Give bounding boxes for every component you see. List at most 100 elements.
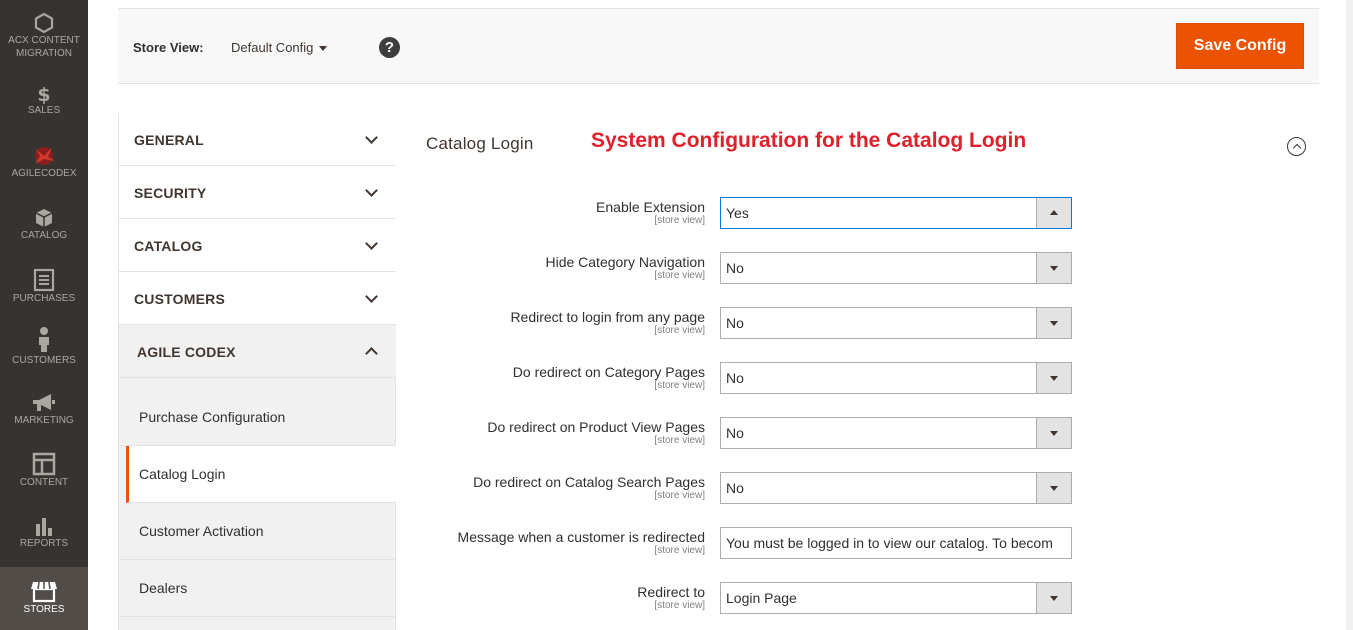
field-label-text: Redirect to [637,584,705,600]
input-value: You must be logged in to view our catalo… [726,535,1053,551]
menu-label: SALES [27,105,61,116]
menu-label: CATALOG [20,230,68,241]
field-label-redirect-any-page: Redirect to login from any page [store v… [510,309,705,337]
menu-label: MARKETING [14,415,74,426]
redirect-catalog-search-pages-select[interactable]: No [720,472,1072,504]
field-label-enable-extension: Enable Extension [store view] [596,199,705,227]
field-scope: [store view] [654,490,705,501]
tab-item-label: Customer Activation [139,523,264,539]
select-value: No [726,480,744,496]
store-view-label: Store View: [133,40,204,55]
field-scope: [store view] [654,435,705,446]
save-config-button[interactable]: Save Config [1176,23,1304,69]
tab-group-security[interactable]: SECURITY [119,166,396,219]
redirect-any-page-select[interactable]: No [720,307,1072,339]
tab-group-label: CUSTOMERS [134,291,225,307]
caret-down-icon [319,46,328,52]
tab-group-label: GENERAL [134,132,204,148]
config-tabs: GENERAL SECURITY CATALOG CUSTOMERS AGILE… [118,113,396,630]
caret-down-icon [1036,583,1071,613]
page-scrollbar[interactable] [1346,0,1353,630]
field-label-text: Do redirect on Category Pages [512,364,705,380]
menu-item-catalog[interactable]: CATALOG [0,207,88,242]
agilecodex-logo-icon [35,147,55,165]
chevron-down-icon [365,290,378,303]
field-label-text: Hide Category Navigation [545,254,705,270]
menu-item-stores[interactable]: STORES [0,567,88,630]
help-icon[interactable]: ? [379,37,400,58]
document-icon [33,268,55,292]
menu-item-purchases[interactable]: PURCHASES [0,268,88,305]
field-label-text: Message when a customer is redirected [457,529,705,545]
select-value: Yes [726,205,749,221]
admin-menu: ACX CONTENT MIGRATION $ SALES AGILECODEX… [0,0,88,630]
select-value: No [726,260,744,276]
section-title[interactable]: Catalog Login [426,134,534,154]
dollar-icon: $ [37,84,50,104]
field-label-hide-category-navigation: Hide Category Navigation [store view] [545,254,705,282]
tab-purchase-configuration[interactable]: Purchase Configuration [119,389,396,446]
tab-group-label: SECURITY [134,185,207,201]
tab-item-label: Catalog Login [139,466,226,482]
storefront-icon [31,581,57,603]
collapse-section-icon[interactable] [1287,137,1306,156]
menu-item-content[interactable]: CONTENT [0,452,88,489]
redirect-message-input[interactable]: You must be logged in to view our catalo… [720,527,1072,559]
megaphone-icon [33,394,55,411]
field-scope: [store view] [654,270,705,281]
caret-down-icon [1036,253,1071,283]
caret-down-icon [1036,418,1071,448]
menu-label: STORES [23,604,65,615]
bar-chart-icon [36,518,52,536]
menu-label: AGILECODEX [11,168,77,179]
layout-icon [32,452,56,476]
tab-customer-activation[interactable]: Customer Activation [119,503,396,560]
annotation-text: System Configuration for the Catalog Log… [591,129,1027,152]
select-value: No [726,370,744,386]
redirect-category-pages-select[interactable]: No [720,362,1072,394]
caret-down-icon [1036,363,1071,393]
store-view-value: Default Config [231,40,314,55]
tab-group-label: AGILE CODEX [137,344,236,360]
chevron-down-icon [365,237,378,250]
menu-item-reports[interactable]: REPORTS [0,515,88,550]
field-scope: [store view] [654,215,705,226]
field-label-text: Redirect to login from any page [510,309,705,325]
tab-dealers[interactable]: Dealers [119,560,396,617]
field-scope: [store view] [654,600,705,611]
caret-up-icon [1036,198,1071,228]
hexagon-icon [34,12,54,34]
menu-item-customers[interactable]: CUSTOMERS [0,326,88,367]
redirect-to-select[interactable]: Login Page [720,582,1072,614]
menu-label: MIGRATION [16,48,72,59]
tab-group-customers[interactable]: CUSTOMERS [119,272,396,325]
hide-category-navigation-select[interactable]: No [720,252,1072,284]
menu-label: REPORTS [19,538,69,549]
store-switcher-bar: Store View: Default Config ? Save Config [118,8,1319,84]
field-label-redirect-message: Message when a customer is redirected [s… [458,529,705,557]
tab-catalog-login[interactable]: Catalog Login [126,446,396,503]
field-label-redirect-catalog-search-pages: Do redirect on Catalog Search Pages [sto… [473,474,705,502]
enable-extension-select[interactable]: Yes [720,197,1072,229]
menu-item-acx-content-migration[interactable]: ACX CONTENT MIGRATION [0,12,88,60]
tab-item-label: Purchase Configuration [139,409,286,425]
menu-item-sales[interactable]: $ SALES [0,84,88,117]
select-value: Login Page [726,590,797,606]
menu-item-marketing[interactable]: MARKETING [0,392,88,427]
field-label-redirect-category-pages: Do redirect on Category Pages [store vie… [513,364,705,392]
caret-down-icon [1036,308,1071,338]
menu-label: PURCHASES [12,293,76,304]
redirect-product-view-pages-select[interactable]: No [720,417,1072,449]
tab-group-general[interactable]: GENERAL [119,113,396,166]
svg-text:$: $ [37,84,50,104]
menu-label: CONTENT [19,477,69,488]
tab-group-agile-codex[interactable]: AGILE CODEX [119,325,396,378]
store-view-dropdown[interactable]: Default Config [231,40,328,55]
field-label-redirect-to: Redirect to [store view] [637,584,705,612]
caret-down-icon [1036,473,1071,503]
person-icon [39,327,49,352]
menu-label: CUSTOMERS [12,355,76,366]
tab-group-catalog[interactable]: CATALOG [119,219,396,272]
field-label-text: Do redirect on Product View Pages [487,419,705,435]
menu-item-agilecodex[interactable]: AGILECODEX [0,143,88,180]
